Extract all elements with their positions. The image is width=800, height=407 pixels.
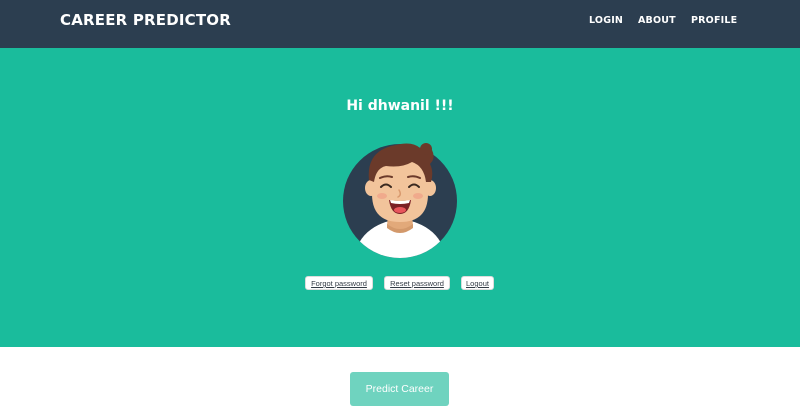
cartoon-boy-avatar-icon: [343, 143, 457, 258]
reset-password-button[interactable]: Reset password: [384, 276, 450, 290]
brand-logo-link[interactable]: CAREER PREDICTOR: [60, 11, 231, 29]
nav-link-about[interactable]: ABOUT: [638, 15, 676, 26]
predict-career-button[interactable]: Predict Career: [350, 372, 449, 406]
navbar: CAREER PREDICTOR LOGIN ABOUT PROFILE: [0, 0, 800, 48]
masthead: Hi dhwanil !!! Forgot password Reset pas…: [0, 48, 800, 347]
profile-avatar: [342, 138, 458, 258]
greeting-heading: Hi dhwanil !!!: [346, 98, 454, 114]
nav-link-profile[interactable]: PROFILE: [691, 15, 737, 26]
account-actions: Forgot password Reset password Logout: [0, 276, 800, 292]
forgot-password-button[interactable]: Forgot password: [305, 276, 373, 290]
logout-button[interactable]: Logout: [461, 276, 494, 290]
nav-link-login[interactable]: LOGIN: [589, 15, 623, 26]
